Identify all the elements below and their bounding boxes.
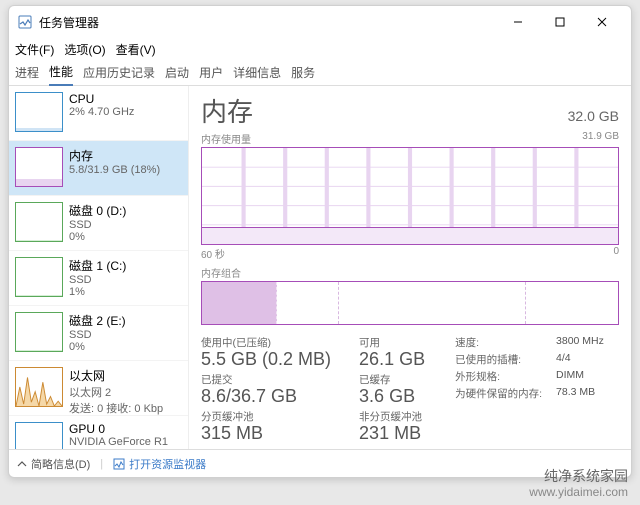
perf-title: 以太网 bbox=[69, 367, 182, 384]
app-icon bbox=[17, 14, 33, 30]
paged-label: 分页缓冲池 bbox=[201, 409, 331, 424]
perf-sub2: 0% bbox=[69, 341, 182, 353]
used-label: 使用中(已压缩) bbox=[201, 335, 331, 350]
perf-sub: NVIDIA GeForce R1 bbox=[69, 436, 182, 448]
perf-title: GPU 0 bbox=[69, 422, 182, 436]
perf-sub: SSD bbox=[69, 329, 182, 341]
perf-item-cpu-0[interactable]: CPU2% 4.70 GHz bbox=[9, 86, 188, 141]
committed-label: 已提交 bbox=[201, 372, 331, 387]
tab-users[interactable]: 用户 bbox=[199, 60, 223, 85]
performance-sidebar[interactable]: CPU2% 4.70 GHz内存5.8/31.9 GB (18%)磁盘 0 (D… bbox=[9, 86, 189, 449]
tab-performance[interactable]: 性能 bbox=[49, 59, 73, 86]
brief-info-toggle[interactable]: 简略信息(D) bbox=[17, 456, 90, 472]
perf-sub: 以太网 2 bbox=[69, 384, 182, 400]
minimize-button[interactable] bbox=[497, 8, 539, 36]
slots-label: 已使用的插槽: bbox=[455, 352, 542, 367]
used-value: 5.5 GB (0.2 MB) bbox=[201, 350, 331, 368]
cached-label: 已缓存 bbox=[359, 372, 425, 387]
menubar: 文件(F) 选项(O) 查看(V) bbox=[9, 38, 631, 60]
disk-thumb-icon bbox=[15, 312, 63, 352]
cached-value: 3.6 GB bbox=[359, 387, 425, 405]
perf-item-gpu-6[interactable]: GPU 0NVIDIA GeForce R11% (47 °C) bbox=[9, 416, 188, 449]
cpu-thumb-icon bbox=[15, 92, 63, 132]
task-manager-window: 任务管理器 文件(F) 选项(O) 查看(V) 进程 性能 应用历史记录 启动 … bbox=[8, 5, 632, 478]
slots-value: 4/4 bbox=[556, 352, 604, 367]
form-value: DIMM bbox=[556, 369, 604, 384]
tabbar: 进程 性能 应用历史记录 启动 用户 详细信息 服务 bbox=[9, 60, 631, 86]
net-thumb-icon bbox=[15, 367, 63, 407]
axis-left: 60 秒 bbox=[201, 246, 225, 261]
tab-startup[interactable]: 启动 bbox=[165, 60, 189, 85]
open-resource-monitor-link[interactable]: 打开资源监视器 bbox=[113, 456, 206, 472]
monitor-icon bbox=[113, 458, 125, 470]
detail-heading: 内存 bbox=[201, 92, 253, 129]
maximize-button[interactable] bbox=[539, 8, 581, 36]
menu-file[interactable]: 文件(F) bbox=[15, 41, 54, 58]
menu-options[interactable]: 选项(O) bbox=[64, 41, 105, 58]
speed-label: 速度: bbox=[455, 335, 542, 350]
perf-title: 内存 bbox=[69, 147, 182, 164]
reserved-value: 78.3 MB bbox=[556, 386, 604, 401]
menu-view[interactable]: 查看(V) bbox=[116, 41, 156, 58]
graph1-label: 内存使用量 bbox=[201, 131, 251, 146]
perf-sub2: 1% bbox=[69, 286, 182, 298]
perf-item-mem-1[interactable]: 内存5.8/31.9 GB (18%) bbox=[9, 141, 188, 196]
speed-value: 3800 MHz bbox=[556, 335, 604, 350]
memory-detail-panel: 内存 32.0 GB 内存使用量 31.9 GB 60 秒 0 内存组合 bbox=[189, 86, 631, 449]
titlebar: 任务管理器 bbox=[9, 6, 631, 38]
perf-sub: 5.8/31.9 GB (18%) bbox=[69, 164, 182, 176]
avail-label: 可用 bbox=[359, 335, 425, 350]
mem-thumb-icon bbox=[15, 147, 63, 187]
memory-usage-graph[interactable] bbox=[201, 147, 619, 245]
tab-apphistory[interactable]: 应用历史记录 bbox=[83, 60, 155, 85]
close-button[interactable] bbox=[581, 8, 623, 36]
tab-processes[interactable]: 进程 bbox=[15, 60, 39, 85]
form-label: 外形规格: bbox=[455, 369, 542, 384]
watermark: 纯净系统家园 www.yidaimei.com bbox=[529, 468, 628, 499]
perf-title: 磁盘 0 (D:) bbox=[69, 202, 182, 219]
nonpaged-label: 非分页缓冲池 bbox=[359, 409, 425, 424]
reserved-label: 为硬件保留的内存: bbox=[455, 386, 542, 401]
perf-title: 磁盘 2 (E:) bbox=[69, 312, 182, 329]
paged-value: 315 MB bbox=[201, 424, 331, 442]
perf-sub: SSD bbox=[69, 274, 182, 286]
axis-right: 0 bbox=[613, 246, 619, 261]
memory-composition-graph[interactable] bbox=[201, 281, 619, 325]
perf-sub2: 0% bbox=[69, 231, 182, 243]
perf-sub: SSD bbox=[69, 219, 182, 231]
avail-value: 26.1 GB bbox=[359, 350, 425, 368]
tab-details[interactable]: 详细信息 bbox=[233, 60, 281, 85]
tab-services[interactable]: 服务 bbox=[291, 60, 315, 85]
perf-title: CPU bbox=[69, 92, 182, 106]
disk-thumb-icon bbox=[15, 202, 63, 242]
memory-stats: 使用中(已压缩) 5.5 GB (0.2 MB) 可用 26.1 GB 已提交 … bbox=[201, 335, 619, 442]
chevron-up-icon bbox=[17, 459, 27, 469]
perf-sub: 2% 4.70 GHz bbox=[69, 106, 182, 118]
disk-thumb-icon bbox=[15, 257, 63, 297]
detail-total: 32.0 GB bbox=[568, 108, 619, 124]
gpu-thumb-icon bbox=[15, 422, 63, 449]
perf-sub2: 发送: 0 接收: 0 Kbp bbox=[69, 400, 182, 416]
composition-label: 内存组合 bbox=[201, 265, 619, 280]
perf-item-net-5[interactable]: 以太网以太网 2发送: 0 接收: 0 Kbp bbox=[9, 361, 188, 416]
perf-item-disk-4[interactable]: 磁盘 2 (E:)SSD0% bbox=[9, 306, 188, 361]
committed-value: 8.6/36.7 GB bbox=[201, 387, 331, 405]
graph1-max: 31.9 GB bbox=[582, 131, 619, 146]
window-title: 任务管理器 bbox=[39, 14, 497, 31]
perf-item-disk-2[interactable]: 磁盘 0 (D:)SSD0% bbox=[9, 196, 188, 251]
perf-item-disk-3[interactable]: 磁盘 1 (C:)SSD1% bbox=[9, 251, 188, 306]
perf-title: 磁盘 1 (C:) bbox=[69, 257, 182, 274]
body: CPU2% 4.70 GHz内存5.8/31.9 GB (18%)磁盘 0 (D… bbox=[9, 86, 631, 449]
nonpaged-value: 231 MB bbox=[359, 424, 425, 442]
